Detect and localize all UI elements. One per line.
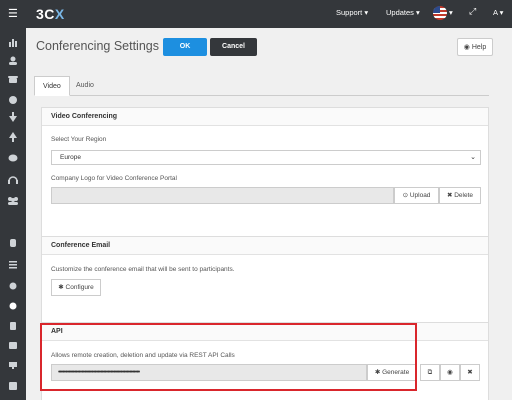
logo-label: Company Logo for Video Conference Portal [51,175,177,182]
sidebar-icons [8,39,18,390]
updates-menu[interactable]: Updates ▾ [386,8,420,17]
close-icon: ✖ [446,192,453,199]
region-value: Europe [60,154,81,161]
help-button[interactable]: ◉ Help [457,38,493,56]
email-description: Customize the conference email that will… [51,266,235,273]
save-icon[interactable] [9,382,17,390]
language-chevron-icon[interactable]: ▾ [449,8,453,17]
clear-key-button[interactable]: ✖ [460,364,480,381]
delete-label: Delete [454,192,474,199]
headset-icon[interactable] [8,176,18,184]
list-icon[interactable] [9,261,17,269]
chevron-down-icon: ⌄ [470,154,476,161]
gear-icon: ✱ [58,284,64,291]
support-menu[interactable]: Support ▾ [336,8,368,17]
desktop-icon[interactable] [9,362,17,369]
upload-button[interactable]: ⊙ Upload [394,187,439,204]
help-label: Help [471,44,487,51]
top-bar: ☰ 3CX Support ▾ Updates ▾ ▾ ⤢ A ▾ [0,0,512,28]
conference-email-panel: Conference Email Customize the conferenc… [41,236,489,328]
region-label: Select Your Region [51,136,107,143]
region-select[interactable]: Europe ⌄ [51,150,481,165]
hamburger-menu-icon[interactable]: ☰ [8,8,20,20]
video-conferencing-heading: Video Conferencing [42,108,488,126]
help-icon: ◉ [463,44,470,51]
logo-text-x: X [54,6,65,22]
gear-icon[interactable] [9,302,17,310]
eye-icon: ◉ [447,369,453,376]
tab-audio[interactable]: Audio [68,76,102,96]
highlight-box [40,323,417,391]
us-flag-icon[interactable] [433,6,447,20]
database-icon[interactable] [10,239,16,247]
delete-button[interactable]: ✖ Delete [439,187,481,204]
user-menu[interactable]: A ▾ [493,8,503,17]
download-icon[interactable] [9,112,17,122]
globe-icon[interactable] [9,96,17,104]
configure-button[interactable]: ✱ Configure [51,279,101,296]
document-icon[interactable] [10,322,16,330]
tab-bar: Video Audio [34,76,489,96]
chart-icon[interactable] [9,39,17,47]
group-icon[interactable] [8,197,18,205]
sidebar [0,28,26,400]
upload-icon: ⊙ [402,192,409,199]
show-key-button[interactable]: ◉ [440,364,460,381]
logo-file-field[interactable] [51,187,394,204]
page-title: Conferencing Settings [36,39,159,53]
expand-icon[interactable]: ⤢ [469,6,476,17]
circle-icon[interactable] [9,282,17,290]
conference-email-heading: Conference Email [42,237,488,255]
video-conferencing-panel: Video Conferencing Select Your Region Eu… [41,107,489,243]
cancel-button[interactable]: Cancel [210,38,257,56]
configure-label: Configure [65,284,94,291]
upload-label: Upload [409,192,431,199]
copy-button[interactable]: ⧉ [420,364,440,381]
phone-icon[interactable] [8,76,18,83]
book-icon[interactable] [9,342,17,349]
logo-text: 3C [36,6,55,22]
user-icon[interactable] [9,56,17,66]
ok-button[interactable]: OK [163,38,207,56]
upload-icon[interactable] [9,132,17,142]
copy-icon: ⧉ [427,369,433,376]
close-icon: ✖ [467,369,473,376]
app-logo[interactable]: 3CX [36,6,65,22]
tab-video[interactable]: Video [34,76,70,96]
chat-icon[interactable] [8,154,18,162]
